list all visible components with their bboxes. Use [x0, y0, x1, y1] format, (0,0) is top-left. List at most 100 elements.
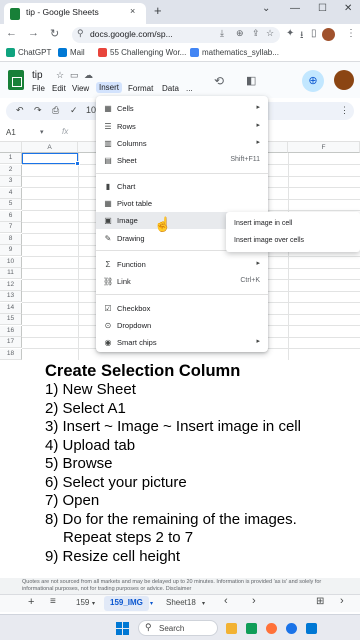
maximize-button[interactable]: ☐	[318, 3, 327, 14]
zoom-select[interactable]: 10	[86, 105, 96, 115]
menu-item-dropdown[interactable]: ⊙ Dropdown	[96, 317, 268, 334]
document-title[interactable]: tip	[32, 70, 43, 81]
select-all-corner[interactable]	[0, 142, 22, 153]
sheet-tab-menu-icon[interactable]: ▾	[150, 600, 153, 607]
sheet-tab-menu-icon[interactable]: ▾	[202, 600, 205, 607]
menu-edit[interactable]: Edit	[52, 84, 66, 93]
bookmark-mail[interactable]: Mail	[58, 48, 85, 57]
close-window-button[interactable]: ✕	[344, 3, 352, 14]
row-header[interactable]: 18	[0, 348, 22, 360]
extensions-icon[interactable]: ✦	[286, 28, 294, 39]
scroll-tabs-right-icon[interactable]: ›	[252, 595, 256, 607]
column-header-a[interactable]: A	[22, 142, 78, 153]
row-header[interactable]: 7	[0, 222, 22, 233]
menu-data[interactable]: Data	[162, 84, 179, 93]
zoom-icon[interactable]: ⊕	[236, 28, 244, 39]
bookmark-chatgpt[interactable]: ChatGPT	[6, 48, 51, 57]
reload-icon[interactable]: ↻	[50, 27, 59, 40]
insert-image-in-cell[interactable]: Insert image in cell	[234, 220, 292, 227]
insert-image-over-cells[interactable]: Insert image over cells	[234, 237, 304, 244]
more-toolbar-icon[interactable]: ⋮	[340, 105, 349, 116]
download-icon[interactable]: ⤓	[220, 28, 224, 39]
browser-menu-icon[interactable]: ⋮	[346, 28, 356, 39]
menu-insert[interactable]: Insert	[96, 82, 123, 93]
menu-item-cells[interactable]: ▦ Cells ▸	[96, 100, 268, 117]
row-header[interactable]: 13	[0, 291, 22, 302]
row-header[interactable]: 3	[0, 176, 22, 187]
meet-icon[interactable]: ◧	[246, 74, 256, 87]
row-header[interactable]: 17	[0, 337, 22, 348]
sheet-tab-menu-icon[interactable]: ▾	[92, 600, 95, 607]
site-info-icon[interactable]: ⚲	[77, 28, 84, 39]
row-header[interactable]: 2	[0, 164, 22, 176]
url-bar[interactable]: ⚲ docs.google.com/sp... ⤓ ⊕ ⇪ ☆	[72, 27, 280, 43]
minimize-button[interactable]: —	[290, 3, 300, 14]
name-box[interactable]: A1	[6, 128, 16, 137]
fill-handle[interactable]	[75, 161, 80, 166]
row-header[interactable]: 4	[0, 187, 22, 199]
menu-item-rows[interactable]: ☰ Rows ▸	[96, 118, 268, 135]
account-avatar[interactable]	[334, 70, 354, 90]
edge-icon[interactable]	[306, 623, 317, 634]
move-folder-icon[interactable]: ▭	[70, 70, 79, 81]
menu-format[interactable]: Format	[128, 84, 153, 93]
firefox-icon[interactable]	[266, 623, 277, 634]
menu-item-sheet[interactable]: ▤ Sheet Shift+F11	[96, 152, 268, 169]
sheets-logo-icon[interactable]	[8, 70, 24, 90]
row-header[interactable]: 10	[0, 256, 22, 268]
tab-search-icon[interactable]: ⌄	[262, 3, 270, 14]
row-header[interactable]: 14	[0, 302, 22, 314]
row-header[interactable]: 6	[0, 210, 22, 222]
windows-start-icon[interactable]	[116, 622, 129, 635]
scroll-tabs-left-icon[interactable]: ‹	[224, 595, 228, 607]
row-header[interactable]: 8	[0, 233, 22, 245]
menu-item-checkbox[interactable]: ☑ Checkbox	[96, 300, 268, 317]
bookmark-challenging[interactable]: 55 Challenging Wor...	[98, 48, 186, 57]
redo-icon[interactable]: ↷	[34, 105, 42, 116]
new-tab-button[interactable]: +	[154, 3, 162, 18]
paint-format-icon[interactable]: ✓	[70, 105, 78, 116]
sheet-tab[interactable]: Sheet18	[166, 598, 196, 607]
chrome-icon[interactable]	[286, 623, 297, 634]
row-header[interactable]: 5	[0, 199, 22, 210]
menu-item-columns[interactable]: ▥ Columns ▸	[96, 135, 268, 152]
name-box-dropdown-icon[interactable]: ▾	[40, 128, 44, 136]
row-header[interactable]: 11	[0, 268, 22, 279]
row-header[interactable]: 16	[0, 325, 22, 337]
menu-more[interactable]: ...	[186, 84, 193, 93]
print-icon[interactable]: ⎙	[52, 105, 59, 116]
collapse-panel-icon[interactable]: ›	[340, 595, 344, 607]
row-header[interactable]: 9	[0, 245, 22, 256]
selected-cell-a1[interactable]	[22, 153, 78, 164]
menu-file[interactable]: File	[32, 84, 45, 93]
sheet-tab[interactable]: 159	[76, 598, 89, 607]
taskbar-search[interactable]: ⚲ Search	[138, 620, 218, 636]
menu-item-chart[interactable]: ▮ Chart	[96, 178, 268, 195]
sidepanel-icon[interactable]: ▯	[311, 28, 317, 39]
menu-item-link[interactable]: ⛓ Link Ctrl+K	[96, 273, 268, 290]
app-icon[interactable]	[246, 623, 257, 634]
menu-item-function[interactable]: Σ Function ▸	[96, 256, 268, 273]
row-header[interactable]: 15	[0, 314, 22, 325]
undo-icon[interactable]: ↶	[16, 105, 24, 116]
all-sheets-button[interactable]: ≡	[50, 596, 56, 607]
row-header[interactable]: 12	[0, 279, 22, 291]
downloads-icon[interactable]: ⭳	[300, 28, 304, 45]
add-sheet-button[interactable]: +	[28, 596, 34, 608]
bookmark-mathematics[interactable]: mathematics_syllab...	[190, 48, 279, 57]
star-icon[interactable]: ☆	[56, 70, 64, 81]
explore-icon[interactable]: ⊞	[316, 596, 324, 607]
bookmark-star-icon[interactable]: ☆	[266, 28, 274, 39]
back-icon[interactable]: ←	[6, 27, 17, 39]
profile-avatar[interactable]	[322, 28, 335, 41]
menu-view[interactable]: View	[72, 84, 89, 93]
tab-close-icon[interactable]: ×	[130, 6, 135, 16]
browser-tab[interactable]: tip - Google Sheets ×	[4, 3, 146, 24]
file-explorer-icon[interactable]	[226, 623, 237, 634]
forward-icon[interactable]: →	[28, 27, 39, 39]
share-button[interactable]: ⊕	[302, 70, 324, 92]
share-icon[interactable]: ⇪	[252, 28, 260, 39]
menu-item-smart-chips[interactable]: ◉ Smart chips ▸	[96, 334, 268, 351]
row-header[interactable]: 1	[0, 153, 22, 164]
sheet-tab-active[interactable]: 159_IMG	[104, 596, 149, 611]
